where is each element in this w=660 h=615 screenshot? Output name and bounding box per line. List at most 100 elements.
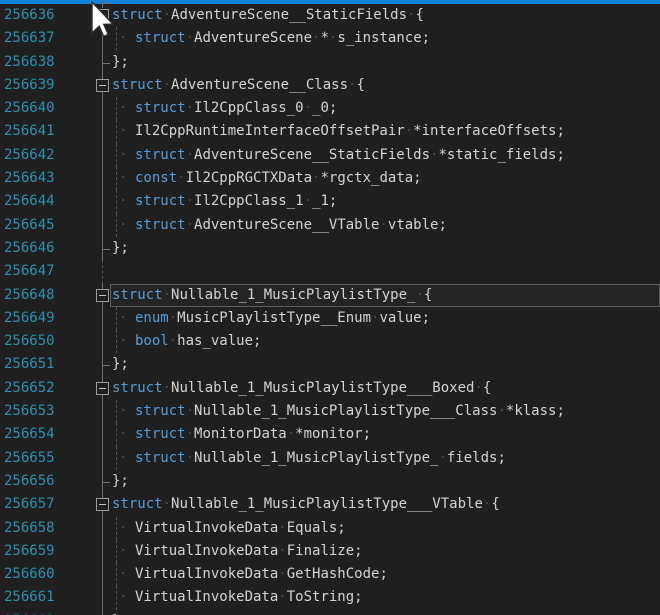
code-text[interactable]: struct·AdventureScene__Class·{ <box>112 74 365 97</box>
line-number[interactable]: 256638 <box>4 51 55 74</box>
line-number[interactable]: 256641 <box>4 120 55 143</box>
code-line[interactable]: 256658·VirtualInvokeData·Equals; <box>0 517 660 540</box>
code-line[interactable]: 256647 <box>0 260 660 283</box>
line-number[interactable]: 256636 <box>4 4 55 27</box>
line-number[interactable]: 256645 <box>4 214 55 237</box>
code-line[interactable]: 256641·Il2CppRuntimeInterfaceOffsetPair·… <box>0 120 660 143</box>
code-text[interactable]: }; <box>112 353 129 376</box>
code-text[interactable]: VirtualInvokeData·GetHashCode; <box>135 563 388 586</box>
line-number[interactable]: 256659 <box>4 540 55 563</box>
code-text[interactable]: }; <box>112 470 129 493</box>
code-line[interactable]: 256642·struct·AdventureScene__StaticFiel… <box>0 144 660 167</box>
line-number[interactable]: 256661 <box>4 586 55 609</box>
code-line[interactable]: 256662}; <box>0 610 660 615</box>
indent-whitespace-dot: · <box>119 167 127 190</box>
line-number[interactable]: 256653 <box>4 400 55 423</box>
code-text[interactable]: struct·Il2CppClass_1·_1; <box>135 190 337 213</box>
line-number[interactable]: 256640 <box>4 97 55 120</box>
line-number[interactable]: 256652 <box>4 377 55 400</box>
code-text[interactable]: struct·MonitorData·*monitor; <box>135 423 371 446</box>
code-text[interactable]: struct·Nullable_1_MusicPlaylistType___Bo… <box>112 377 491 400</box>
identifier-token: Nullable_1_MusicPlaylistType___VTable <box>171 496 483 512</box>
code-text[interactable]: VirtualInvokeData·Finalize; <box>135 540 363 563</box>
minus-icon <box>99 504 106 505</box>
keyword-token: struct <box>135 30 186 46</box>
code-editor[interactable]: 256636 struct·AdventureScene__StaticField… <box>0 4 660 615</box>
line-number[interactable]: 256657 <box>4 493 55 516</box>
code-line[interactable]: 256637·struct·AdventureScene·*·s_instanc… <box>0 27 660 50</box>
code-text[interactable]: Il2CppRuntimeInterfaceOffsetPair·*interf… <box>135 120 565 143</box>
code-text[interactable]: struct·Nullable_1_MusicPlaylistType___VT… <box>112 493 500 516</box>
identifier-token: }; <box>112 54 129 70</box>
code-text[interactable]: }; <box>112 237 129 260</box>
code-line[interactable]: 256649 ·enum·MusicPlaylistType__Enum·valu… <box>0 307 660 330</box>
code-text[interactable]: struct·Nullable_1_MusicPlaylistType_·{ <box>112 284 432 307</box>
fold-collapse-button[interactable] <box>96 9 109 22</box>
code-line[interactable]: 256640·struct·Il2CppClass_0·_0; <box>0 97 660 120</box>
code-text[interactable]: struct·Nullable_1_MusicPlaylistType_·fie… <box>135 447 506 470</box>
fold-collapse-button[interactable] <box>96 289 109 302</box>
code-line[interactable]: 256654·struct·MonitorData·*monitor; <box>0 423 660 446</box>
fold-collapse-button[interactable] <box>96 79 109 92</box>
code-line[interactable]: 256638}; <box>0 51 660 74</box>
whitespace-dot: · <box>169 310 177 326</box>
line-number[interactable]: 256650 <box>4 330 55 353</box>
line-number[interactable]: 256639 <box>4 74 55 97</box>
identifier-token: * <box>320 30 328 46</box>
code-text[interactable]: struct·Nullable_1_MusicPlaylistType___Cl… <box>135 400 565 423</box>
code-line[interactable]: 256652 struct·Nullable_1_MusicPlaylistTyp… <box>0 377 660 400</box>
code-line[interactable]: 256653 · struct·Nullable_1_MusicPlaylistTy… <box>0 400 660 423</box>
code-text[interactable]: const·Il2CppRGCTXData·*rgctx_data; <box>135 167 422 190</box>
fold-collapse-button[interactable] <box>96 498 109 511</box>
line-number[interactable]: 256643 <box>4 167 55 190</box>
code-text[interactable]: struct·AdventureScene__VTable·vtable; <box>135 214 447 237</box>
code-line[interactable]: 256644·struct·Il2CppClass_1·_1; <box>0 190 660 213</box>
whitespace-dot: · <box>278 543 286 559</box>
line-number[interactable]: 256651 <box>4 353 55 376</box>
code-text[interactable]: VirtualInvokeData·ToString; <box>135 586 363 609</box>
code-line[interactable]: 256661·VirtualInvokeData·ToString; <box>0 586 660 609</box>
code-line[interactable]: 256648 struct·Nullable_1_MusicPlaylistTyp… <box>0 284 660 307</box>
line-number[interactable]: 256648 <box>4 284 55 307</box>
indent-whitespace-dot: · <box>119 400 127 423</box>
code-line[interactable]: 256657 struct·Nullable_1_MusicPlaylistTyp… <box>0 493 660 516</box>
code-line[interactable]: 256660·VirtualInvokeData·GetHashCode; <box>0 563 660 586</box>
line-number[interactable]: 256658 <box>4 517 55 540</box>
code-text[interactable]: bool·has_value; <box>135 330 261 353</box>
line-number[interactable]: 256662 <box>4 610 55 615</box>
indent-guide <box>116 190 117 213</box>
line-number[interactable]: 256654 <box>4 423 55 446</box>
line-number[interactable]: 256656 <box>4 470 55 493</box>
code-line[interactable]: 256643 · const·Il2CppRGCTXData·*rgctx_data… <box>0 167 660 190</box>
fold-region-dashed-line <box>102 260 103 283</box>
code-line[interactable]: 256639 struct·AdventureScene__Class·{ <box>0 74 660 97</box>
code-line[interactable]: 256646}; <box>0 237 660 260</box>
line-number[interactable]: 256646 <box>4 237 55 260</box>
line-number[interactable]: 256642 <box>4 144 55 167</box>
code-line[interactable]: 256651}; <box>0 353 660 376</box>
identifier-token: vtable; <box>388 217 447 233</box>
fold-region-line <box>102 144 103 167</box>
code-line[interactable]: 256650·bool·has_value; <box>0 330 660 353</box>
code-text[interactable]: }; <box>112 610 129 615</box>
line-number[interactable]: 256647 <box>4 260 55 283</box>
code-line[interactable]: 256659 ·VirtualInvokeData·Finalize; <box>0 540 660 563</box>
code-text[interactable]: struct·Il2CppClass_0·_0; <box>135 97 337 120</box>
line-number[interactable]: 256644 <box>4 190 55 213</box>
code-text[interactable]: struct·AdventureScene__StaticFields·{ <box>112 4 424 27</box>
code-line[interactable]: 256645·struct·AdventureScene__VTable·vta… <box>0 214 660 237</box>
code-line[interactable]: 256656}; <box>0 470 660 493</box>
line-number[interactable]: 256655 <box>4 447 55 470</box>
code-line[interactable]: 256636 struct·AdventureScene__StaticField… <box>0 4 660 27</box>
code-text[interactable]: VirtualInvokeData·Equals; <box>135 517 346 540</box>
line-number[interactable]: 256660 <box>4 563 55 586</box>
line-number[interactable]: 256649 <box>4 307 55 330</box>
code-text[interactable]: struct·AdventureScene__StaticFields·*sta… <box>135 144 565 167</box>
code-text[interactable]: enum·MusicPlaylistType__Enum·value; <box>135 307 430 330</box>
code-text[interactable]: struct·AdventureScene·*·s_instance; <box>135 27 430 50</box>
code-text[interactable]: }; <box>112 51 129 74</box>
indent-guide <box>116 144 117 167</box>
line-number[interactable]: 256637 <box>4 27 55 50</box>
fold-collapse-button[interactable] <box>96 382 109 395</box>
code-line[interactable]: 256655·struct·Nullable_1_MusicPlaylistTy… <box>0 447 660 470</box>
